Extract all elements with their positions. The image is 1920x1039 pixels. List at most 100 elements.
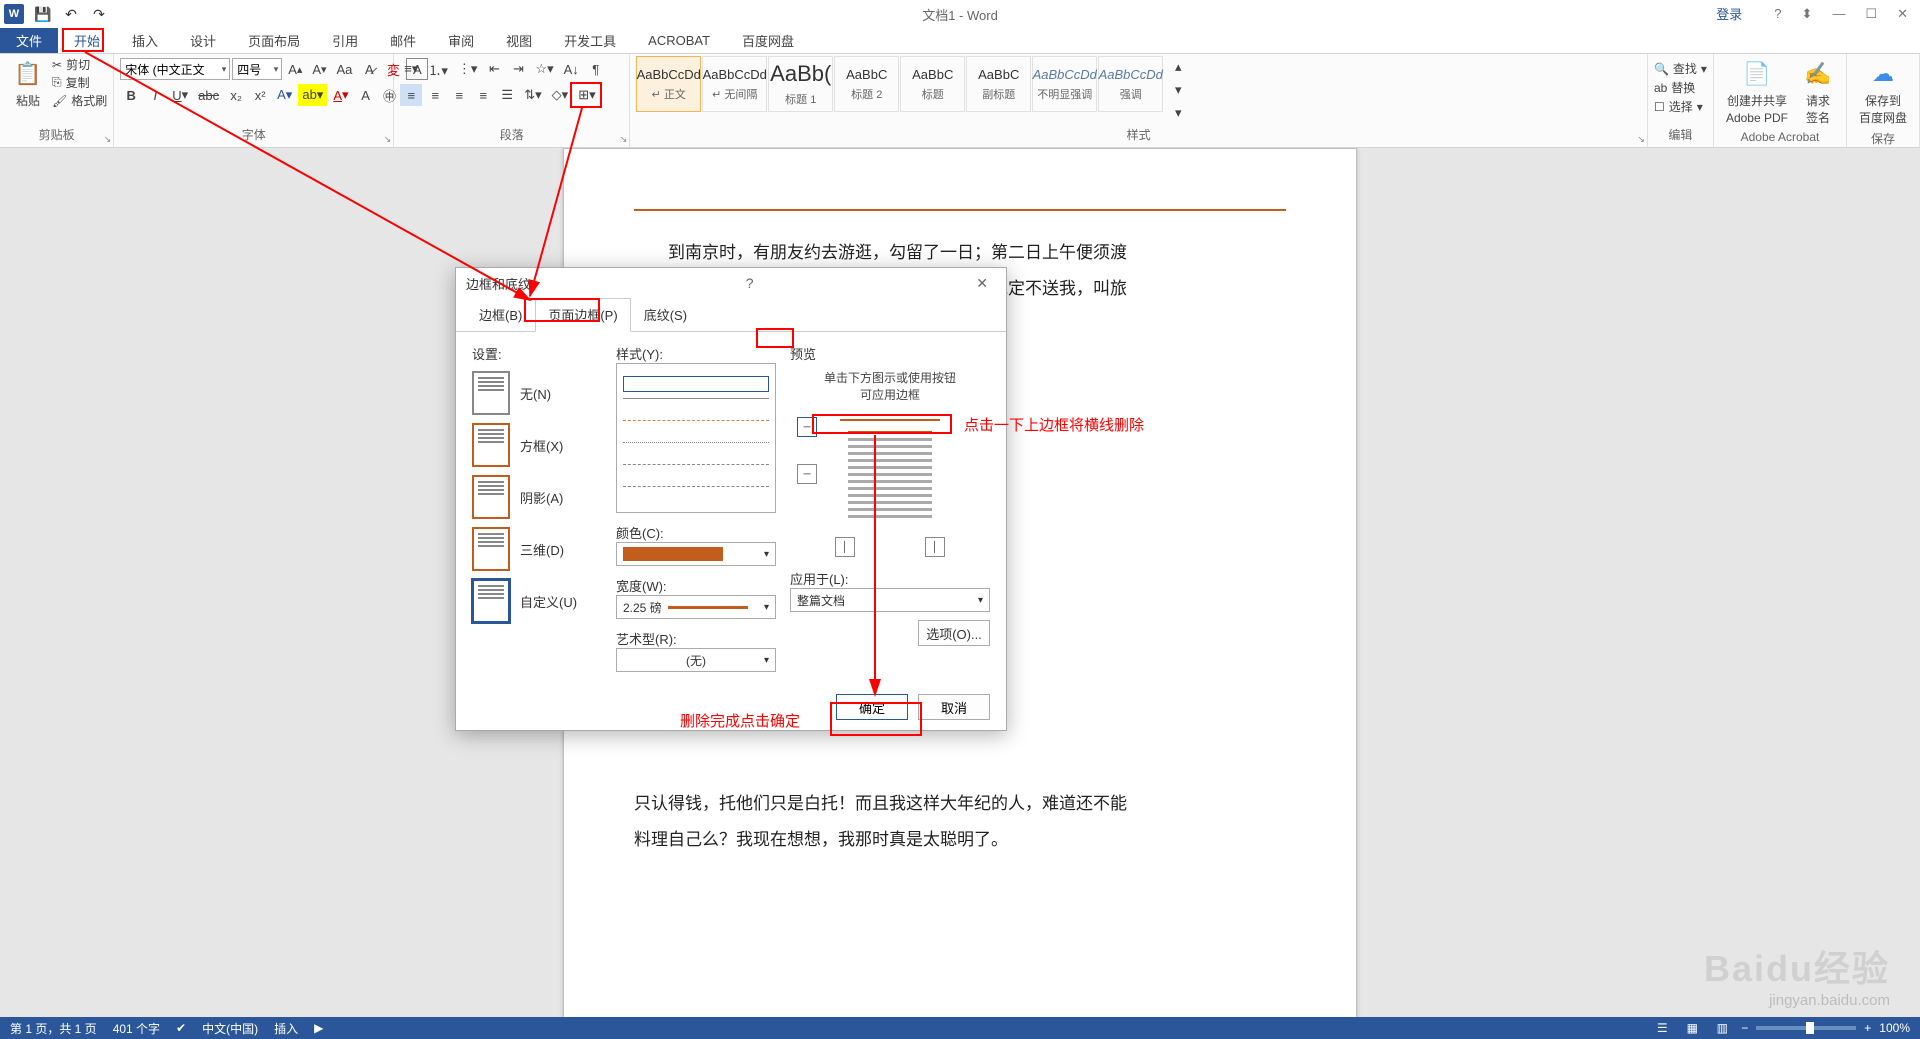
styles-gallery[interactable]: AaBbCcDd↵ 正文AaBbCcDd↵ 无间隔AaBb(标题 1AaBbC标… bbox=[636, 56, 1163, 112]
clipboard-launcher[interactable]: ↘ bbox=[104, 134, 112, 145]
change-case-button[interactable]: Aa bbox=[332, 58, 356, 80]
preview-page[interactable] bbox=[840, 419, 940, 529]
setting-shadow[interactable]: 阴影(A) bbox=[472, 475, 602, 519]
ribbon-toggle-button[interactable]: ⬍ bbox=[1794, 4, 1821, 24]
borders-button[interactable]: ⊞▾ bbox=[574, 84, 599, 106]
maximize-button[interactable]: ☐ bbox=[1857, 4, 1885, 24]
tab-insert[interactable]: 插入 bbox=[116, 28, 174, 53]
dtab-page-border[interactable]: 页面边框(P) bbox=[535, 298, 630, 332]
redo-button[interactable]: ↷ bbox=[86, 2, 112, 26]
create-pdf-button[interactable]: 📄 创建并共享 Adobe PDF bbox=[1720, 56, 1794, 127]
gallery-more-button[interactable]: ▾ bbox=[1167, 102, 1189, 124]
edge-mid-button[interactable]: ─ bbox=[797, 464, 817, 484]
help-button[interactable]: ? bbox=[1766, 4, 1789, 24]
width-combo[interactable]: 2.25 磅 bbox=[616, 595, 776, 619]
view-print-button[interactable]: ▦ bbox=[1681, 1019, 1703, 1037]
color-combo[interactable] bbox=[616, 542, 776, 566]
line-spacing-button[interactable]: ⇅▾ bbox=[520, 84, 545, 106]
zoom-level[interactable]: 100% bbox=[1879, 1021, 1910, 1035]
shrink-font-button[interactable]: A▾ bbox=[308, 58, 330, 80]
format-painter-button[interactable]: 🖌格式刷 bbox=[52, 92, 107, 109]
paragraph-launcher[interactable]: ↘ bbox=[620, 134, 628, 145]
tab-mailings[interactable]: 邮件 bbox=[374, 28, 432, 53]
setting-none[interactable]: 无(N) bbox=[472, 371, 602, 415]
select-button[interactable]: ☐选择 ▾ bbox=[1654, 98, 1703, 115]
view-web-button[interactable]: ▥ bbox=[1711, 1019, 1733, 1037]
style-item-4[interactable]: AaBbC标题 bbox=[900, 56, 965, 112]
request-sign-button[interactable]: ✍ 请求 签名 bbox=[1796, 56, 1840, 128]
align-justify-button[interactable]: ≡ bbox=[472, 84, 494, 106]
bold-button[interactable]: B bbox=[120, 84, 142, 106]
show-marks-button[interactable]: ¶ bbox=[585, 58, 607, 80]
strike-button[interactable]: abc bbox=[194, 84, 223, 106]
save-baidu-button[interactable]: ☁ 保存到 百度网盘 bbox=[1853, 56, 1913, 128]
tab-acrobat[interactable]: ACROBAT bbox=[632, 28, 726, 53]
status-language[interactable]: 中文(中国) bbox=[202, 1020, 258, 1037]
zoom-out-button[interactable]: − bbox=[1741, 1021, 1748, 1035]
font-color-button[interactable]: A▾ bbox=[329, 84, 352, 106]
styles-launcher[interactable]: ↘ bbox=[1637, 134, 1645, 145]
char-shading-button[interactable]: A bbox=[355, 84, 377, 106]
text-effects-button[interactable]: A▾ bbox=[273, 84, 296, 106]
replace-button[interactable]: ab替换 bbox=[1654, 79, 1695, 96]
edge-left-button[interactable]: │ bbox=[835, 537, 855, 557]
dialog-titlebar[interactable]: 边框和底纹 ? ✕ bbox=[456, 268, 1006, 298]
copy-button[interactable]: ⎘复制 bbox=[52, 74, 107, 91]
tab-references[interactable]: 引用 bbox=[316, 28, 374, 53]
gallery-up-button[interactable]: ▴ bbox=[1167, 56, 1189, 78]
tab-layout[interactable]: 页面布局 bbox=[232, 28, 316, 53]
tab-file[interactable]: 文件 bbox=[0, 28, 58, 53]
asian-layout-button[interactable]: ☆▾ bbox=[531, 58, 557, 80]
grow-font-button[interactable]: A▴ bbox=[284, 58, 306, 80]
status-page[interactable]: 第 1 页，共 1 页 bbox=[10, 1020, 97, 1037]
decrease-indent-button[interactable]: ⇤ bbox=[483, 58, 505, 80]
edge-top-button[interactable]: ─ bbox=[797, 417, 817, 437]
save-button[interactable]: 💾 bbox=[30, 2, 56, 26]
bullets-button[interactable]: ≡▾ bbox=[400, 58, 422, 80]
close-button[interactable]: ✕ bbox=[1889, 4, 1916, 24]
shading-button[interactable]: ◇▾ bbox=[548, 84, 573, 106]
subscript-button[interactable]: x₂ bbox=[225, 84, 247, 106]
status-macro[interactable]: ▶ bbox=[314, 1021, 323, 1035]
style-item-0[interactable]: AaBbCcDd↵ 正文 bbox=[636, 56, 701, 112]
sort-button[interactable]: A↓ bbox=[560, 58, 583, 80]
highlight-button[interactable]: ab▾ bbox=[298, 84, 327, 106]
cancel-button[interactable]: 取消 bbox=[918, 694, 990, 720]
paste-button[interactable]: 📋 粘贴 bbox=[6, 56, 50, 111]
underline-button[interactable]: U▾ bbox=[168, 84, 192, 106]
tab-design[interactable]: 设计 bbox=[174, 28, 232, 53]
tab-home[interactable]: 开始 bbox=[58, 28, 116, 53]
align-center-button[interactable]: ≡ bbox=[424, 84, 446, 106]
tab-baidu[interactable]: 百度网盘 bbox=[726, 28, 810, 53]
tab-review[interactable]: 审阅 bbox=[432, 28, 490, 53]
increase-indent-button[interactable]: ⇥ bbox=[507, 58, 529, 80]
multilevel-button[interactable]: ⋮▾ bbox=[454, 58, 482, 80]
setting-custom[interactable]: 自定义(U) bbox=[472, 579, 602, 623]
numbering-button[interactable]: ⒈▾ bbox=[424, 58, 452, 80]
style-item-5[interactable]: AaBbC副标题 bbox=[966, 56, 1031, 112]
dialog-help-button[interactable]: ? bbox=[738, 273, 762, 293]
dtab-borders[interactable]: 边框(B) bbox=[466, 298, 535, 331]
cut-button[interactable]: ✂剪切 bbox=[52, 56, 107, 73]
style-listbox[interactable] bbox=[616, 363, 776, 513]
find-button[interactable]: 🔍查找 ▾ bbox=[1654, 60, 1707, 77]
font-size-combo[interactable]: 四号 bbox=[232, 58, 282, 80]
status-spellcheck[interactable]: ✔ bbox=[176, 1021, 186, 1035]
style-item-7[interactable]: AaBbCcDd强调 bbox=[1098, 56, 1163, 112]
zoom-slider[interactable] bbox=[1756, 1026, 1856, 1030]
art-combo[interactable]: (无) bbox=[616, 648, 776, 672]
style-item-1[interactable]: AaBbCcDd↵ 无间隔 bbox=[702, 56, 767, 112]
font-name-combo[interactable]: 宋体 (中文正文 bbox=[120, 58, 230, 80]
apply-combo[interactable]: 整篇文档 bbox=[790, 588, 990, 612]
view-read-button[interactable]: ☰ bbox=[1651, 1019, 1673, 1037]
status-words[interactable]: 401 个字 bbox=[113, 1020, 160, 1037]
undo-button[interactable]: ↶ bbox=[58, 2, 84, 26]
font-launcher[interactable]: ↘ bbox=[384, 134, 392, 145]
status-insert[interactable]: 插入 bbox=[274, 1020, 298, 1037]
style-item-6[interactable]: AaBbCcDd不明显强调 bbox=[1032, 56, 1097, 112]
zoom-in-button[interactable]: + bbox=[1864, 1021, 1871, 1035]
setting-box[interactable]: 方框(X) bbox=[472, 423, 602, 467]
distribute-button[interactable]: ☰ bbox=[496, 84, 518, 106]
tab-view[interactable]: 视图 bbox=[490, 28, 548, 53]
options-button[interactable]: 选项(O)... bbox=[918, 620, 990, 646]
